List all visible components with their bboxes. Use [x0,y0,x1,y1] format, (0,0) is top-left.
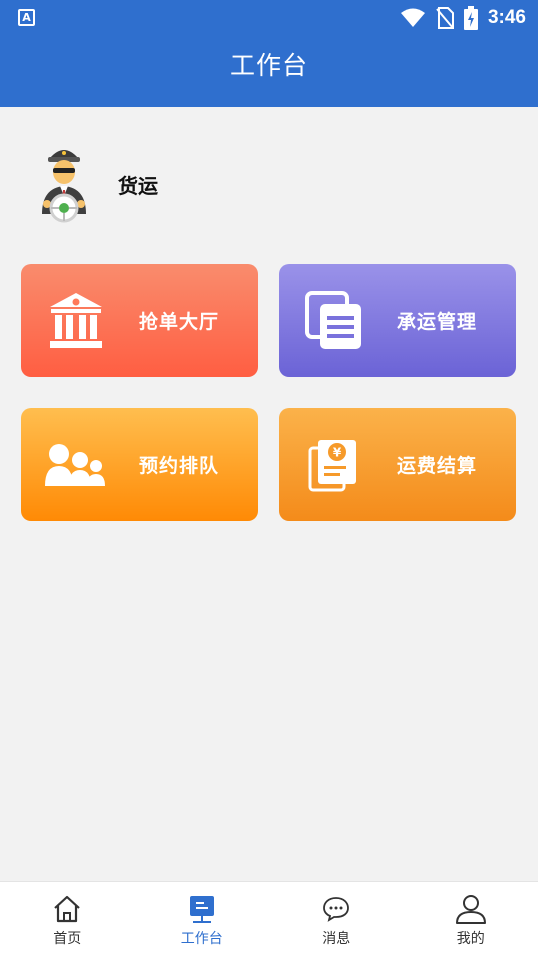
tab-home[interactable]: 首页 [0,882,135,956]
status-icons: 3:46 [400,5,526,31]
yuan-bill-icon: ¥ [299,430,369,500]
tab-workbench[interactable]: 工作台 [135,882,270,956]
page-title: 工作台 [229,51,308,80]
card-label: 承运管理 [397,311,478,333]
user-icon [454,892,488,926]
workbench-icon [185,892,219,926]
driver-avatar-icon [42,150,86,223]
profile-header: 货运 [36,144,158,224]
card-carrier-management[interactable]: 承运管理 [279,264,516,377]
tab-label: 首页 [53,931,82,947]
bottom-tab-bar: 首页 工作台 消息 我的 [0,881,538,956]
app-notification-icon: A [18,9,35,26]
battery-charging-icon [463,6,478,30]
status-time: 3:46 [487,7,526,28]
tab-label: 我的 [456,931,485,947]
documents-icon [299,286,369,356]
no-sim-icon [436,7,454,29]
status-bar: A 3:46 [0,0,538,36]
bank-building-icon [41,286,111,356]
card-label: 抢单大厅 [139,311,220,333]
card-label: 运费结算 [397,455,478,477]
wifi-icon [400,8,425,27]
card-grab-orders[interactable]: 抢单大厅 [21,264,258,377]
card-label: 预约排队 [139,455,220,477]
app-bar: 工作台 [0,36,538,107]
tab-messages[interactable]: 消息 [269,882,404,956]
svg-text:¥: ¥ [333,445,342,459]
profile-name: 货运 [118,173,158,198]
card-queue-booking[interactable]: 预约排队 [21,408,258,521]
card-freight-settlement[interactable]: ¥ 运费结算 [279,408,516,521]
tab-profile[interactable]: 我的 [404,882,538,956]
tab-label: 消息 [322,931,351,947]
queue-people-icon [41,430,111,500]
tab-label: 工作台 [180,931,223,947]
home-icon [50,892,84,926]
message-bubble-icon [319,892,353,926]
